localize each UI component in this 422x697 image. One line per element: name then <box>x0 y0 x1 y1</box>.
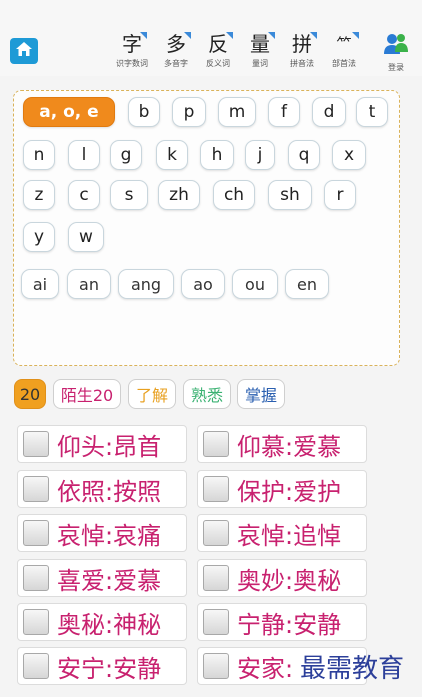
word-text: 保护:爱护 <box>237 477 342 506</box>
word-checkbox[interactable] <box>203 431 229 457</box>
login-label: 登录 <box>388 63 404 72</box>
word-card[interactable]: 安宁:安静 <box>17 647 187 685</box>
users-icon <box>383 34 409 60</box>
pinyin-final-key[interactable]: ang <box>118 269 174 299</box>
word-text: 奥妙:奥秘 <box>237 566 342 595</box>
antonym-icon: 反 <box>205 32 233 56</box>
pinyin-key[interactable]: d <box>312 97 346 127</box>
pinyin-key[interactable]: c <box>68 180 100 210</box>
literacy-icon: 字 <box>119 32 147 56</box>
word-checkbox[interactable] <box>23 653 49 679</box>
pinyin-final-key[interactable]: an <box>67 269 111 299</box>
home-icon <box>15 41 33 61</box>
word-checkbox[interactable] <box>203 520 229 546</box>
top-toolbar: 字 识字数词 多 多音字 反 反义词 量 量词 拼 拼音法 ⺮ 部首法 登录 <box>0 0 422 76</box>
word-text: 依照:按照 <box>57 477 162 506</box>
pinyin-key[interactable]: ch <box>213 180 255 210</box>
word-checkbox[interactable] <box>23 431 49 457</box>
polyphone-icon: 多 <box>163 32 191 56</box>
filter-understand[interactable]: 了解 <box>128 379 176 409</box>
pinyin-key[interactable]: p <box>172 97 206 127</box>
pinyin-key[interactable]: j <box>245 140 275 170</box>
tool-measure-word[interactable]: 量 量词 <box>240 32 280 69</box>
filter-mastered[interactable]: 掌握 <box>237 379 285 409</box>
word-checkbox[interactable] <box>23 476 49 502</box>
filter-familiar[interactable]: 熟悉 <box>183 379 231 409</box>
pinyin-key[interactable]: s <box>110 180 148 210</box>
word-card[interactable]: 仰慕:爱慕 <box>197 425 367 463</box>
tool-literacy-label: 识字数词 <box>116 59 148 68</box>
word-card[interactable]: 哀悼:追悼 <box>197 514 367 552</box>
word-text: 仰慕:爱慕 <box>237 432 342 461</box>
tool-pinyin-method[interactable]: 拼 拼音法 <box>282 32 322 69</box>
measure-word-icon: 量 <box>247 32 275 56</box>
word-checkbox[interactable] <box>203 609 229 635</box>
word-text: 哀悼:哀痛 <box>57 521 162 550</box>
pinyin-key[interactable]: l <box>68 140 100 170</box>
word-text: 喜爱:爱慕 <box>57 566 162 595</box>
word-card[interactable]: 仰头:昂首 <box>17 425 187 463</box>
tool-radical-method[interactable]: ⺮ 部首法 <box>324 32 364 69</box>
pinyin-key[interactable]: h <box>200 140 234 170</box>
word-text: 宁静:安静 <box>237 610 342 639</box>
pinyin-key[interactable]: sh <box>268 180 312 210</box>
pinyin-key-a-o-e[interactable]: a, o, e <box>23 97 115 127</box>
pinyin-key[interactable]: k <box>156 140 188 170</box>
pinyin-key[interactable]: b <box>128 97 160 127</box>
pinyin-final-key[interactable]: ou <box>232 269 278 299</box>
word-card[interactable]: 依照:按照 <box>17 470 187 508</box>
word-count-badge: 20 <box>14 379 46 409</box>
word-text: 奥秘:神秘 <box>57 610 162 639</box>
tool-antonym[interactable]: 反 反义词 <box>198 32 238 69</box>
pinyin-key[interactable]: q <box>288 140 320 170</box>
word-text: 哀悼:追悼 <box>237 521 342 550</box>
word-checkbox[interactable] <box>23 609 49 635</box>
word-checkbox[interactable] <box>23 520 49 546</box>
pinyin-final-key[interactable]: ai <box>21 269 59 299</box>
pinyin-final-key[interactable]: ao <box>181 269 225 299</box>
tool-measure-word-label: 量词 <box>252 59 268 68</box>
word-text: 仰头:昂首 <box>57 432 162 461</box>
pinyin-key[interactable]: f <box>268 97 300 127</box>
home-button[interactable] <box>10 38 38 64</box>
tool-radical-method-label: 部首法 <box>332 59 356 68</box>
radical-method-icon: ⺮ <box>331 32 359 56</box>
word-text: 安宁:安静 <box>57 654 162 683</box>
pinyin-key[interactable]: zh <box>158 180 200 210</box>
login-button[interactable]: 登录 <box>381 32 411 73</box>
word-text: 安家: <box>237 654 294 683</box>
pinyin-key[interactable]: m <box>218 97 256 127</box>
word-checkbox[interactable] <box>203 653 229 679</box>
pinyin-key[interactable]: y <box>23 222 55 252</box>
word-checkbox[interactable] <box>203 565 229 591</box>
pinyin-key[interactable]: x <box>332 140 366 170</box>
word-card[interactable]: 宁静:安静 <box>197 603 367 641</box>
pinyin-key[interactable]: w <box>68 222 104 252</box>
pinyin-key[interactable]: r <box>324 180 356 210</box>
word-card[interactable]: 奥妙:奥秘 <box>197 559 367 597</box>
word-checkbox[interactable] <box>23 565 49 591</box>
word-checkbox[interactable] <box>203 476 229 502</box>
word-card[interactable]: 保护:爱护 <box>197 470 367 508</box>
tool-polyphone-label: 多音字 <box>164 59 188 68</box>
word-card[interactable]: 奥秘:神秘 <box>17 603 187 641</box>
pinyin-key[interactable]: z <box>23 180 55 210</box>
tool-antonym-label: 反义词 <box>206 59 230 68</box>
filter-unknown[interactable]: 陌生20 <box>53 379 121 409</box>
pinyin-key[interactable]: t <box>356 97 388 127</box>
pinyin-final-key[interactable]: en <box>285 269 329 299</box>
tool-literacy[interactable]: 字 识字数词 <box>112 32 152 69</box>
pinyin-key[interactable]: n <box>23 140 55 170</box>
pinyin-key[interactable]: g <box>110 140 142 170</box>
pinyin-method-icon: 拼 <box>289 32 317 56</box>
tool-pinyin-method-label: 拼音法 <box>290 59 314 68</box>
word-card[interactable]: 喜爱:爱慕 <box>17 559 187 597</box>
tool-polyphone[interactable]: 多 多音字 <box>156 32 196 69</box>
word-card[interactable]: 哀悼:哀痛 <box>17 514 187 552</box>
watermark: 最需教育 <box>300 654 405 684</box>
